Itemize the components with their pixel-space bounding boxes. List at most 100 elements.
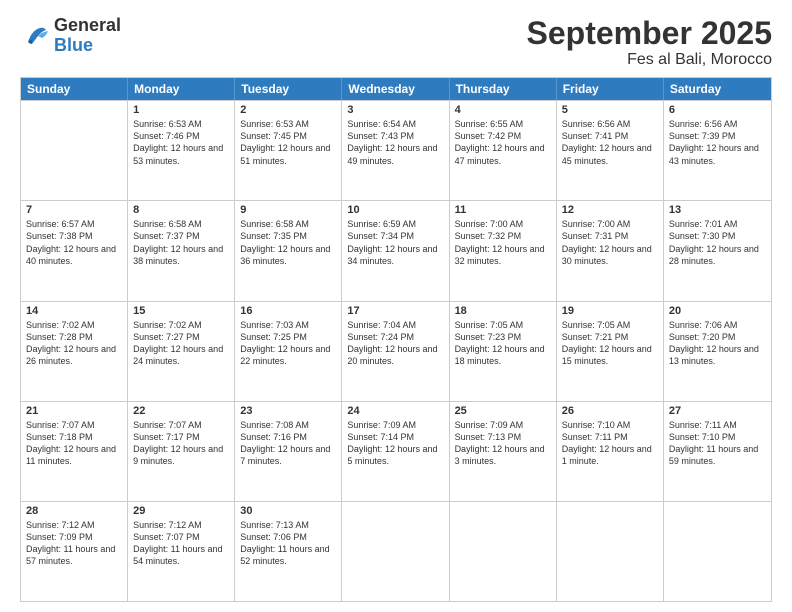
calendar-cell: 14 Sunrise: 7:02 AM Sunset: 7:28 PM Dayli…: [21, 302, 128, 401]
cell-day-number: 27: [669, 405, 766, 417]
day-header-saturday: Saturday: [664, 78, 771, 100]
cell-day-number: 20: [669, 305, 766, 317]
cell-sun-info: Sunrise: 6:58 AM Sunset: 7:37 PM Dayligh…: [133, 218, 229, 267]
calendar-cell: 7 Sunrise: 6:57 AM Sunset: 7:38 PM Daylig…: [21, 201, 128, 300]
cell-sun-info: Sunrise: 7:11 AM Sunset: 7:10 PM Dayligh…: [669, 419, 766, 468]
cell-day-number: 28: [26, 505, 122, 517]
day-header-thursday: Thursday: [450, 78, 557, 100]
cell-day-number: 13: [669, 204, 766, 216]
calendar-cell: 12 Sunrise: 7:00 AM Sunset: 7:31 PM Dayli…: [557, 201, 664, 300]
cell-sun-info: Sunrise: 7:04 AM Sunset: 7:24 PM Dayligh…: [347, 319, 443, 368]
calendar-cell: 8Sunrise: 6:58 AM Sunset: 7:37 PM Daylig…: [128, 201, 235, 300]
cell-sun-info: Sunrise: 7:02 AM Sunset: 7:27 PM Dayligh…: [133, 319, 229, 368]
calendar-cell: 5 Sunrise: 6:56 AM Sunset: 7:41 PM Daylig…: [557, 101, 664, 200]
cell-sun-info: Sunrise: 6:53 AM Sunset: 7:45 PM Dayligh…: [240, 118, 336, 167]
day-header-wednesday: Wednesday: [342, 78, 449, 100]
cell-day-number: 6: [669, 104, 766, 116]
cell-day-number: 29: [133, 505, 229, 517]
cell-day-number: 24: [347, 405, 443, 417]
cell-day-number: 9: [240, 204, 336, 216]
logo-text-general: General: [54, 16, 121, 36]
location: Fes al Bali, Morocco: [527, 51, 772, 69]
cell-day-number: 23: [240, 405, 336, 417]
cell-day-number: 18: [455, 305, 551, 317]
cell-day-number: 15: [133, 305, 229, 317]
cell-sun-info: Sunrise: 7:02 AM Sunset: 7:28 PM Dayligh…: [26, 319, 122, 368]
cell-sun-info: Sunrise: 6:54 AM Sunset: 7:43 PM Dayligh…: [347, 118, 443, 167]
calendar-cell: [664, 502, 771, 601]
calendar-cell: 22Sunrise: 7:07 AM Sunset: 7:17 PM Dayli…: [128, 402, 235, 501]
cell-sun-info: Sunrise: 7:05 AM Sunset: 7:23 PM Dayligh…: [455, 319, 551, 368]
logo: General Blue: [20, 16, 121, 56]
calendar-body: 1 Sunrise: 6:53 AM Sunset: 7:46 PM Daylig…: [21, 100, 771, 601]
cell-sun-info: Sunrise: 7:03 AM Sunset: 7:25 PM Dayligh…: [240, 319, 336, 368]
day-header-friday: Friday: [557, 78, 664, 100]
cell-sun-info: Sunrise: 7:13 AM Sunset: 7:06 PM Dayligh…: [240, 519, 336, 568]
cell-sun-info: Sunrise: 7:09 AM Sunset: 7:13 PM Dayligh…: [455, 419, 551, 468]
cell-sun-info: Sunrise: 7:10 AM Sunset: 7:11 PM Dayligh…: [562, 419, 658, 468]
logo-bird-icon: [20, 22, 50, 50]
cell-day-number: 30: [240, 505, 336, 517]
calendar-cell: 9Sunrise: 6:58 AM Sunset: 7:35 PM Daylig…: [235, 201, 342, 300]
calendar-cell: 4 Sunrise: 6:55 AM Sunset: 7:42 PM Daylig…: [450, 101, 557, 200]
cell-day-number: 12: [562, 204, 658, 216]
cell-sun-info: Sunrise: 6:53 AM Sunset: 7:46 PM Dayligh…: [133, 118, 229, 167]
cell-sun-info: Sunrise: 7:05 AM Sunset: 7:21 PM Dayligh…: [562, 319, 658, 368]
calendar-cell: 21Sunrise: 7:07 AM Sunset: 7:18 PM Dayli…: [21, 402, 128, 501]
cell-sun-info: Sunrise: 7:01 AM Sunset: 7:30 PM Dayligh…: [669, 218, 766, 267]
calendar-cell: 26Sunrise: 7:10 AM Sunset: 7:11 PM Dayli…: [557, 402, 664, 501]
calendar-cell: 20 Sunrise: 7:06 AM Sunset: 7:20 PM Dayli…: [664, 302, 771, 401]
calendar-cell: 17Sunrise: 7:04 AM Sunset: 7:24 PM Dayli…: [342, 302, 449, 401]
calendar-week-1: 1 Sunrise: 6:53 AM Sunset: 7:46 PM Daylig…: [21, 100, 771, 200]
header: General Blue September 2025 Fes al Bali,…: [20, 16, 772, 69]
day-header-sunday: Sunday: [21, 78, 128, 100]
cell-day-number: 21: [26, 405, 122, 417]
cell-day-number: 1: [133, 104, 229, 116]
cell-day-number: 19: [562, 305, 658, 317]
cell-sun-info: Sunrise: 6:56 AM Sunset: 7:39 PM Dayligh…: [669, 118, 766, 167]
cell-sun-info: Sunrise: 7:00 AM Sunset: 7:31 PM Dayligh…: [562, 218, 658, 267]
cell-day-number: 25: [455, 405, 551, 417]
logo-text-blue: Blue: [54, 36, 121, 56]
calendar-week-3: 14 Sunrise: 7:02 AM Sunset: 7:28 PM Dayli…: [21, 301, 771, 401]
cell-sun-info: Sunrise: 7:09 AM Sunset: 7:14 PM Dayligh…: [347, 419, 443, 468]
title-block: September 2025 Fes al Bali, Morocco: [527, 16, 772, 69]
calendar-cell: 29 Sunrise: 7:12 AM Sunset: 7:07 PM Dayli…: [128, 502, 235, 601]
cell-day-number: 2: [240, 104, 336, 116]
cell-sun-info: Sunrise: 7:07 AM Sunset: 7:17 PM Dayligh…: [133, 419, 229, 468]
calendar-week-5: 28 Sunrise: 7:12 AM Sunset: 7:09 PM Dayli…: [21, 501, 771, 601]
calendar-cell: 16 Sunrise: 7:03 AM Sunset: 7:25 PM Dayli…: [235, 302, 342, 401]
cell-day-number: 10: [347, 204, 443, 216]
calendar-cell: 1 Sunrise: 6:53 AM Sunset: 7:46 PM Daylig…: [128, 101, 235, 200]
calendar-cell: 28 Sunrise: 7:12 AM Sunset: 7:09 PM Dayli…: [21, 502, 128, 601]
calendar-cell: 24 Sunrise: 7:09 AM Sunset: 7:14 PM Dayli…: [342, 402, 449, 501]
cell-sun-info: Sunrise: 7:12 AM Sunset: 7:09 PM Dayligh…: [26, 519, 122, 568]
cell-day-number: 3: [347, 104, 443, 116]
cell-sun-info: Sunrise: 7:08 AM Sunset: 7:16 PM Dayligh…: [240, 419, 336, 468]
cell-day-number: 14: [26, 305, 122, 317]
calendar-cell: 6 Sunrise: 6:56 AM Sunset: 7:39 PM Daylig…: [664, 101, 771, 200]
cell-sun-info: Sunrise: 7:06 AM Sunset: 7:20 PM Dayligh…: [669, 319, 766, 368]
calendar-cell: 30 Sunrise: 7:13 AM Sunset: 7:06 PM Dayli…: [235, 502, 342, 601]
cell-day-number: 11: [455, 204, 551, 216]
calendar-cell: [21, 101, 128, 200]
day-header-tuesday: Tuesday: [235, 78, 342, 100]
calendar-cell: [342, 502, 449, 601]
calendar-cell: 11Sunrise: 7:00 AM Sunset: 7:32 PM Dayli…: [450, 201, 557, 300]
cell-sun-info: Sunrise: 7:12 AM Sunset: 7:07 PM Dayligh…: [133, 519, 229, 568]
calendar-cell: 2 Sunrise: 6:53 AM Sunset: 7:45 PM Daylig…: [235, 101, 342, 200]
calendar-cell: 23 Sunrise: 7:08 AM Sunset: 7:16 PM Dayli…: [235, 402, 342, 501]
cell-sun-info: Sunrise: 6:57 AM Sunset: 7:38 PM Dayligh…: [26, 218, 122, 267]
cell-day-number: 16: [240, 305, 336, 317]
cell-day-number: 7: [26, 204, 122, 216]
calendar-cell: [557, 502, 664, 601]
calendar-week-4: 21Sunrise: 7:07 AM Sunset: 7:18 PM Dayli…: [21, 401, 771, 501]
cell-day-number: 4: [455, 104, 551, 116]
page: General Blue September 2025 Fes al Bali,…: [0, 0, 792, 612]
day-header-monday: Monday: [128, 78, 235, 100]
calendar-cell: 27 Sunrise: 7:11 AM Sunset: 7:10 PM Dayli…: [664, 402, 771, 501]
cell-sun-info: Sunrise: 6:56 AM Sunset: 7:41 PM Dayligh…: [562, 118, 658, 167]
cell-day-number: 5: [562, 104, 658, 116]
month-title: September 2025: [527, 16, 772, 51]
cell-sun-info: Sunrise: 6:55 AM Sunset: 7:42 PM Dayligh…: [455, 118, 551, 167]
